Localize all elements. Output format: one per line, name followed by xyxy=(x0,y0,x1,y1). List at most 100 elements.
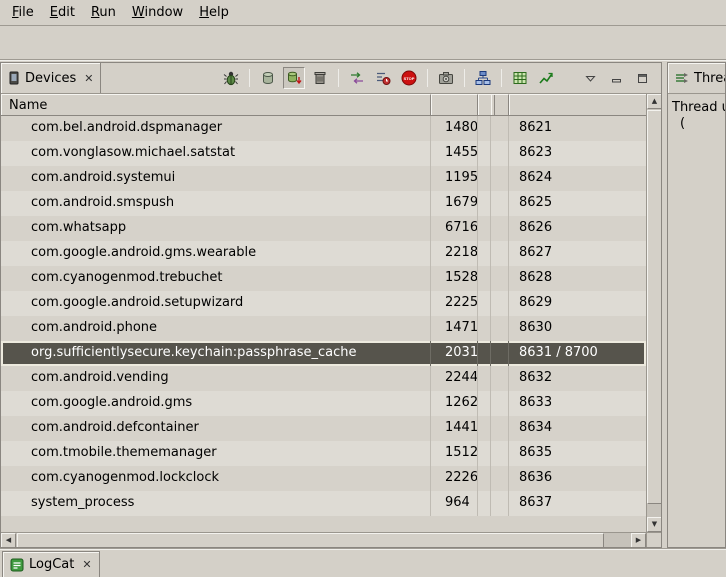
port-cell: 8636 xyxy=(509,466,646,491)
threads-panel-header: Threads xyxy=(668,63,725,94)
process-name-cell: com.google.android.gms xyxy=(1,391,431,416)
toolbar-separator xyxy=(501,69,502,87)
close-logcat-tab-icon[interactable]: ✕ xyxy=(82,558,91,571)
process-name-cell: com.android.phone xyxy=(1,316,431,341)
minimize-icon[interactable] xyxy=(605,67,627,89)
port-cell: 8621 xyxy=(509,116,646,141)
update-heap-icon[interactable] xyxy=(257,67,279,89)
process-row[interactable]: com.bel.android.dspmanager 1480 8621 xyxy=(1,116,646,141)
process-name-cell: com.cyanogenmod.lockclock xyxy=(1,466,431,491)
tab-logcat[interactable]: LogCat ✕ xyxy=(2,551,100,577)
scroll-up-icon[interactable]: ▲ xyxy=(647,94,662,109)
process-row[interactable]: com.android.phone 1471 8630 xyxy=(1,316,646,341)
scroll-up-glyph: ▲ xyxy=(652,98,657,105)
vertical-scrollbar-thumb[interactable] xyxy=(647,110,662,504)
port-cell: 8628 xyxy=(509,266,646,291)
port-cell: 8627 xyxy=(509,241,646,266)
column-header-port[interactable] xyxy=(509,94,646,116)
empty-cell-2 xyxy=(491,166,509,191)
cause-gc-icon[interactable] xyxy=(309,67,331,89)
pid-cell: 1195 xyxy=(431,166,478,191)
process-row[interactable]: system_process 964 8637 xyxy=(1,491,646,516)
empty-cell-2 xyxy=(491,116,509,141)
vertical-scrollbar[interactable]: ▲ ▼ xyxy=(646,94,661,532)
process-row[interactable]: com.android.vending 22440 8632 xyxy=(1,366,646,391)
empty-cell-2 xyxy=(491,466,509,491)
process-row[interactable]: com.google.android.setupwizard 22250 862… xyxy=(1,291,646,316)
stop-process-icon[interactable]: STOP xyxy=(398,67,420,89)
process-row[interactable]: com.android.defcontainer 14411 8634 xyxy=(1,416,646,441)
threads-icon xyxy=(675,72,689,84)
process-name-cell: com.android.systemui xyxy=(1,166,431,191)
horizontal-scrollbar[interactable]: ◀ ▶ xyxy=(1,532,646,547)
empty-cell-2 xyxy=(491,316,509,341)
horizontal-scrollbar-thumb[interactable] xyxy=(17,533,604,548)
empty-cell-1 xyxy=(478,266,491,291)
port-cell: 8631 / 8700 xyxy=(509,341,646,366)
system-info-icon[interactable] xyxy=(509,67,531,89)
menu-edit[interactable]: Edit xyxy=(42,2,83,23)
threads-message-line2: ( xyxy=(672,116,725,132)
scroll-down-icon[interactable]: ▼ xyxy=(647,517,662,532)
column-header-pid[interactable] xyxy=(431,94,478,116)
menu-file[interactable]: File xyxy=(4,2,42,23)
screen-capture-icon[interactable] xyxy=(435,67,457,89)
process-row[interactable]: com.cyanogenmod.trebuchet 1528 8628 xyxy=(1,266,646,291)
start-method-profiling-icon[interactable] xyxy=(372,67,394,89)
empty-cell-1 xyxy=(478,141,491,166)
process-name-cell: system_process xyxy=(1,491,431,516)
empty-cell-2 xyxy=(491,366,509,391)
process-row[interactable]: com.google.android.gms.wearable 22185 86… xyxy=(1,241,646,266)
scroll-right-icon[interactable]: ▶ xyxy=(631,533,646,548)
process-row[interactable]: com.whatsapp 6716 8626 xyxy=(1,216,646,241)
process-name-cell: com.google.android.setupwizard xyxy=(1,291,431,316)
empty-cell-2 xyxy=(491,266,509,291)
debug-process-icon[interactable] xyxy=(220,67,242,89)
scroll-left-icon[interactable]: ◀ xyxy=(1,533,16,548)
maximize-icon[interactable] xyxy=(631,67,653,89)
menu-help[interactable]: Help xyxy=(191,2,237,23)
process-row[interactable]: com.cyanogenmod.lockclock 22265 8636 xyxy=(1,466,646,491)
column-header-spacer-2[interactable] xyxy=(491,94,509,116)
menu-bar: FileEditRunWindowHelp xyxy=(0,0,726,26)
pid-cell: 22250 xyxy=(431,291,478,316)
dump-hprof-icon[interactable] xyxy=(283,67,305,89)
port-cell: 8637 xyxy=(509,491,646,516)
tab-devices[interactable]: Devices ✕ xyxy=(1,63,101,93)
menu-run[interactable]: Run xyxy=(83,2,124,23)
view-hierarchy-icon[interactable] xyxy=(472,67,494,89)
network-stats-icon[interactable] xyxy=(535,67,557,89)
process-name-cell: com.android.smspush xyxy=(1,191,431,216)
tab-threads[interactable]: Threads xyxy=(668,63,726,93)
process-row[interactable]: com.google.android.gms 12623 8633 xyxy=(1,391,646,416)
view-menu-icon[interactable] xyxy=(579,67,601,89)
device-icon xyxy=(8,71,20,85)
main-toolbar xyxy=(0,26,726,60)
port-cell: 8632 xyxy=(509,366,646,391)
toolbar-separator xyxy=(249,69,250,87)
update-threads-icon[interactable] xyxy=(346,67,368,89)
process-row[interactable]: com.android.systemui 1195 8624 xyxy=(1,166,646,191)
toolbar-separator xyxy=(338,69,339,87)
pid-cell: 1471 xyxy=(431,316,478,341)
pid-cell: 1480 xyxy=(431,116,478,141)
column-header-name[interactable]: Name xyxy=(1,94,431,116)
empty-cell-1 xyxy=(478,441,491,466)
process-row-selected[interactable]: org.sufficientlysecure.keychain:passphra… xyxy=(1,341,646,366)
menu-window[interactable]: Window xyxy=(124,2,191,23)
empty-cell-1 xyxy=(478,216,491,241)
process-row[interactable]: com.vonglasow.michael.satstat 14553 8623 xyxy=(1,141,646,166)
empty-cell-1 xyxy=(478,291,491,316)
process-row[interactable]: com.tmobile.thememanager 1512 8635 xyxy=(1,441,646,466)
ddms-window: FileEditRunWindowHelp Devices ✕ STOP Nam… xyxy=(0,0,726,577)
close-devices-tab-icon[interactable]: ✕ xyxy=(84,72,93,85)
empty-cell-2 xyxy=(491,216,509,241)
pid-cell: 1512 xyxy=(431,441,478,466)
scrollbar-corner xyxy=(646,532,661,547)
logcat-icon xyxy=(10,558,24,572)
process-name-cell: com.bel.android.dspmanager xyxy=(1,116,431,141)
pid-cell: 14553 xyxy=(431,141,478,166)
pid-cell: 12623 xyxy=(431,391,478,416)
process-row[interactable]: com.android.smspush 1679 8625 xyxy=(1,191,646,216)
threads-message: Thread up ( xyxy=(668,94,725,132)
